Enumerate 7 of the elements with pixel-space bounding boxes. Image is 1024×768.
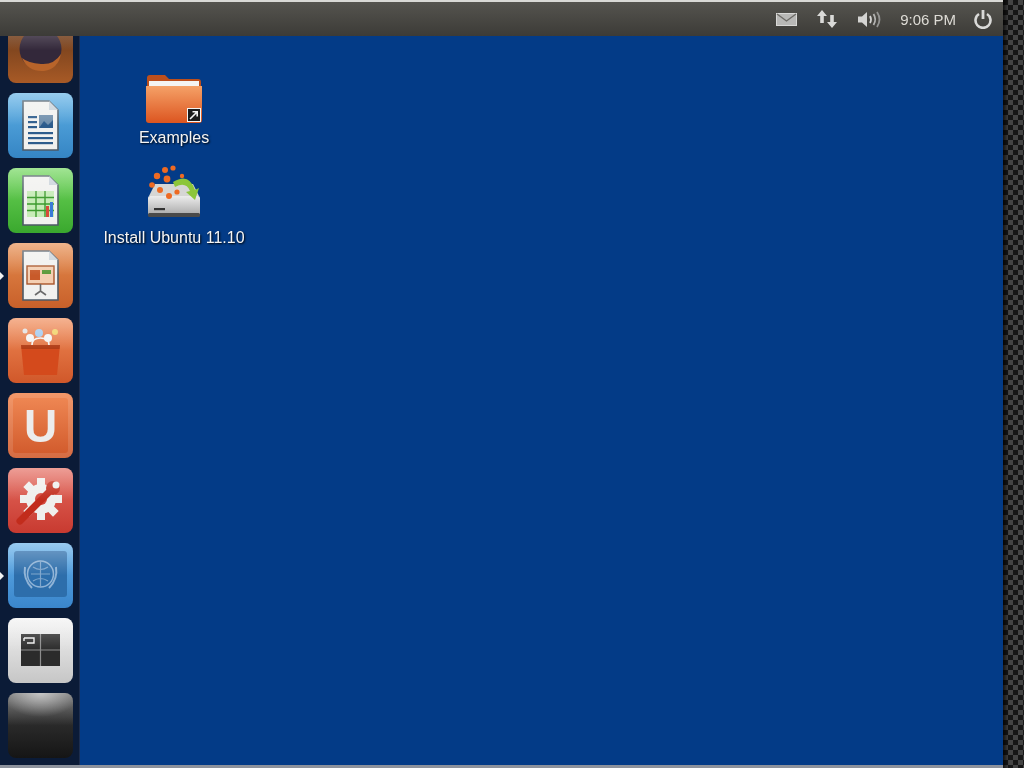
icon-label: Install Ubuntu 11.10 (103, 228, 245, 248)
folder-icon[interactable] (145, 72, 203, 124)
up-down-arrows-icon[interactable] (816, 9, 839, 29)
icon-label: Examples (138, 128, 210, 148)
power-icon[interactable] (973, 9, 993, 29)
clock-text[interactable]: 9:06 PM (900, 10, 956, 28)
mail-icon[interactable] (776, 12, 798, 26)
